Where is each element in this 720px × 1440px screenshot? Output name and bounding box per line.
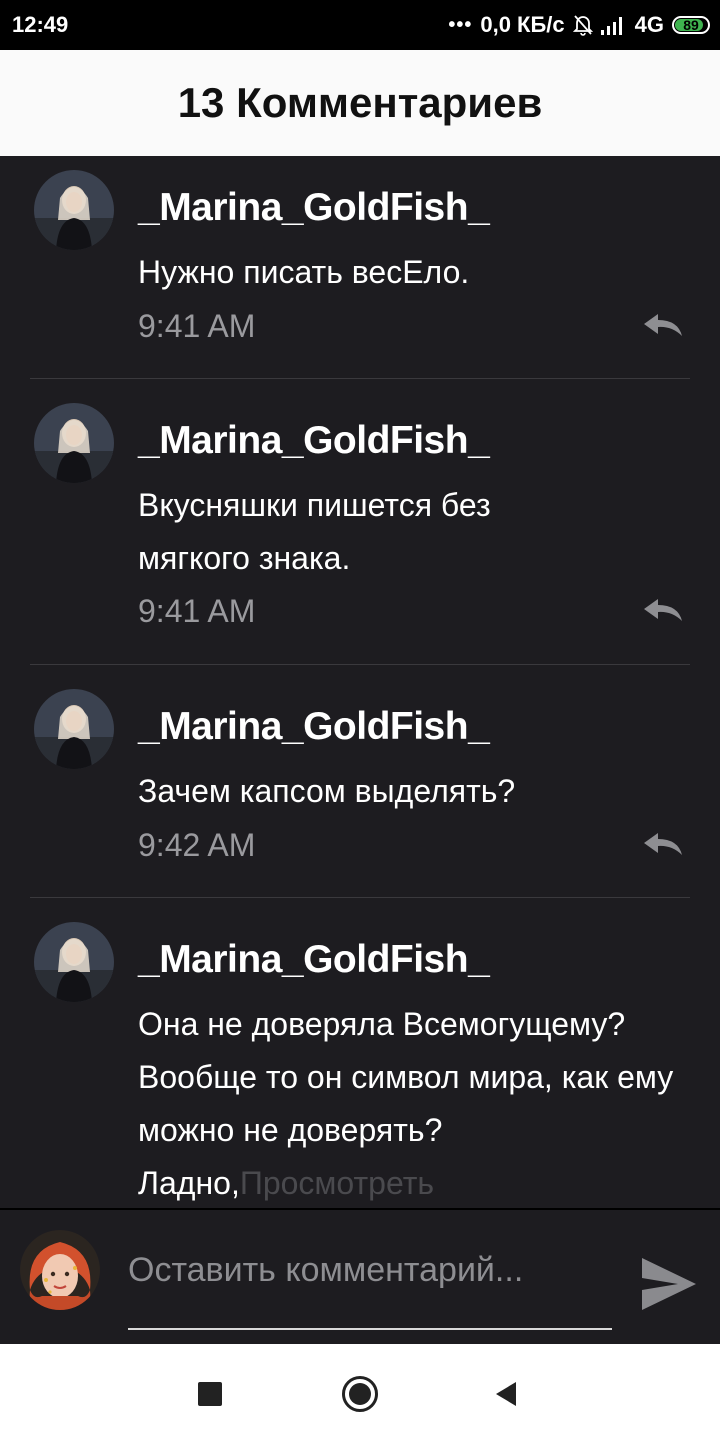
- comment-text: Вкусняшки пишется без мягкого знака.: [138, 487, 491, 576]
- comment-username[interactable]: _Marina_GoldFish_: [138, 419, 490, 463]
- avatar[interactable]: [34, 170, 114, 250]
- comment-item[interactable]: _Marina_GoldFish_ Вкусняшки пишется без …: [10, 379, 710, 665]
- avatar-image: [34, 403, 114, 483]
- comment-time: 9:41 AM: [138, 593, 256, 629]
- avatar-image: [34, 170, 114, 250]
- status-time: 12:49: [12, 12, 69, 37]
- user-avatar[interactable]: [20, 1230, 100, 1310]
- reply-arrow-icon: [644, 314, 682, 336]
- home-circle-icon[interactable]: [342, 1376, 378, 1412]
- avatar-image: [34, 689, 114, 769]
- battery-icon: 89: [672, 16, 710, 34]
- avatar-image: [34, 922, 114, 1002]
- comment-list[interactable]: _Marina_GoldFish_ Нужно писать весЕло. 9…: [10, 156, 710, 1208]
- comment-text: Она не доверяла Всемогущему? Вообще то о…: [138, 998, 698, 1208]
- avatar[interactable]: [34, 403, 114, 483]
- comment-username[interactable]: _Marina_GoldFish_: [138, 705, 490, 749]
- bell-muted-icon: [572, 15, 593, 36]
- comment-text: Зачем капсом выделять?: [138, 773, 516, 809]
- comment-username[interactable]: _Marina_GoldFish_: [138, 938, 490, 982]
- reply-arrow-icon: [644, 833, 682, 855]
- comment-username[interactable]: _Marina_GoldFish_: [138, 186, 490, 230]
- network-speed: 0,0 КБ/с: [480, 12, 565, 37]
- reply-button[interactable]: [642, 597, 684, 623]
- page-title: 13 Комментариев: [177, 79, 543, 126]
- reply-button[interactable]: [642, 831, 684, 857]
- avatar[interactable]: [34, 922, 114, 1002]
- avatar[interactable]: [34, 689, 114, 769]
- status-icons: ••• 0,0 КБ/с 4G 89: [448, 12, 710, 38]
- send-icon: [642, 1258, 696, 1310]
- signal-icon: [600, 17, 622, 35]
- avatar-image: [20, 1230, 100, 1310]
- recents-square-icon[interactable]: [198, 1382, 222, 1406]
- battery-level: 89: [683, 17, 699, 33]
- reply-button[interactable]: [642, 312, 684, 338]
- comment-time: 9:42 AM: [138, 827, 256, 863]
- back-triangle-icon[interactable]: [494, 1380, 518, 1408]
- comment-text: Нужно писать весЕло.: [138, 254, 470, 290]
- comment-composer: [0, 1208, 720, 1346]
- comment-item[interactable]: _Marina_GoldFish_ Нужно писать весЕло. 9…: [10, 156, 710, 379]
- comment-item[interactable]: _Marina_GoldFish_ Она не доверяла Всемог…: [10, 898, 710, 1208]
- system-nav-bar: [0, 1344, 720, 1440]
- network-type: 4G: [634, 12, 664, 37]
- status-bar: 12:49 ••• 0,0 КБ/с 4G 89: [0, 0, 720, 50]
- notification-dots: •••: [448, 13, 473, 36]
- send-button[interactable]: [640, 1256, 698, 1312]
- comments-header: 13 Комментариев: [0, 50, 720, 156]
- comment-time: 9:41 AM: [138, 308, 256, 344]
- view-more-link[interactable]: Просмотреть: [240, 1165, 434, 1201]
- input-underline: [128, 1328, 612, 1330]
- reply-arrow-icon: [644, 599, 682, 621]
- comment-item[interactable]: _Marina_GoldFish_ Зачем капсом выделять?…: [10, 665, 710, 898]
- comment-input[interactable]: [128, 1250, 612, 1290]
